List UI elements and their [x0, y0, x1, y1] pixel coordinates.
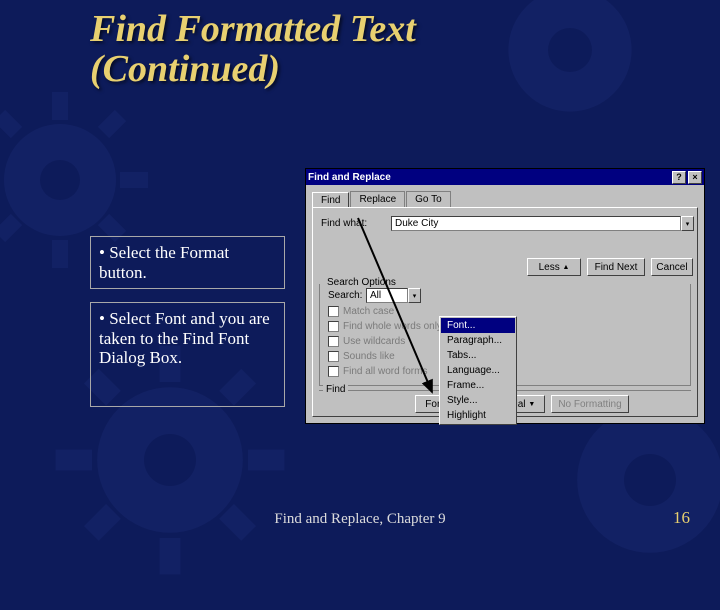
find-what-label: Find what: — [321, 218, 367, 229]
menu-item-language[interactable]: Language... — [441, 363, 515, 378]
menu-item-tabs[interactable]: Tabs... — [441, 348, 515, 363]
no-formatting-button[interactable]: No Formatting — [551, 395, 629, 413]
dialog-title: Find and Replace — [308, 172, 391, 183]
search-options-heading: Search Options — [324, 277, 399, 288]
bullet-2: • Select Font and you are taken to the F… — [90, 302, 285, 407]
page-number: 16 — [673, 508, 690, 528]
wildcards-checkbox[interactable]: Use wildcards — [328, 336, 405, 347]
close-button[interactable]: × — [688, 171, 702, 184]
menu-item-paragraph[interactable]: Paragraph... — [441, 333, 515, 348]
match-case-checkbox[interactable]: Match case — [328, 306, 394, 317]
tab-replace[interactable]: Replace — [350, 191, 405, 207]
find-group-heading: Find — [323, 384, 348, 395]
search-direction-select[interactable]: All — [366, 288, 408, 303]
tab-panel: Find what: Duke City ▾ Less ▲ Find Next … — [312, 207, 698, 417]
find-what-dropdown[interactable]: ▾ — [681, 216, 694, 231]
chevron-up-icon: ▲ — [562, 264, 569, 271]
less-button[interactable]: Less ▲ — [527, 258, 581, 276]
tab-find[interactable]: Find — [312, 192, 349, 208]
menu-item-font[interactable]: Font... — [441, 318, 515, 333]
footer-caption: Find and Replace, Chapter 9 — [0, 511, 720, 528]
search-direction-label: Search: — [328, 290, 362, 301]
word-forms-checkbox[interactable]: Find all word forms — [328, 366, 427, 377]
menu-item-highlight[interactable]: Highlight — [441, 408, 515, 423]
menu-item-style[interactable]: Style... — [441, 393, 515, 408]
find-what-input[interactable]: Duke City — [391, 216, 681, 231]
tab-goto[interactable]: Go To — [406, 191, 451, 207]
whole-word-checkbox[interactable]: Find whole words only — [328, 321, 442, 332]
cancel-button[interactable]: Cancel — [651, 258, 693, 276]
gear-decoration — [460, 0, 680, 160]
menu-item-frame[interactable]: Frame... — [441, 378, 515, 393]
bullet-1: • Select the Format button. — [90, 236, 285, 289]
chevron-down-icon: ▼ — [528, 401, 535, 408]
help-button[interactable]: ? — [672, 171, 686, 184]
search-direction-dropdown[interactable]: ▾ — [408, 288, 421, 303]
dialog-titlebar[interactable]: Find and Replace ? × — [306, 169, 704, 185]
format-popup-menu: Font... Paragraph... Tabs... Language...… — [439, 316, 517, 425]
find-next-button[interactable]: Find Next — [587, 258, 645, 276]
find-replace-dialog: Find and Replace ? × Find Replace Go To … — [305, 168, 705, 424]
sounds-like-checkbox[interactable]: Sounds like — [328, 351, 395, 362]
slide-title: Find Formatted Text (Continued) — [90, 10, 416, 90]
